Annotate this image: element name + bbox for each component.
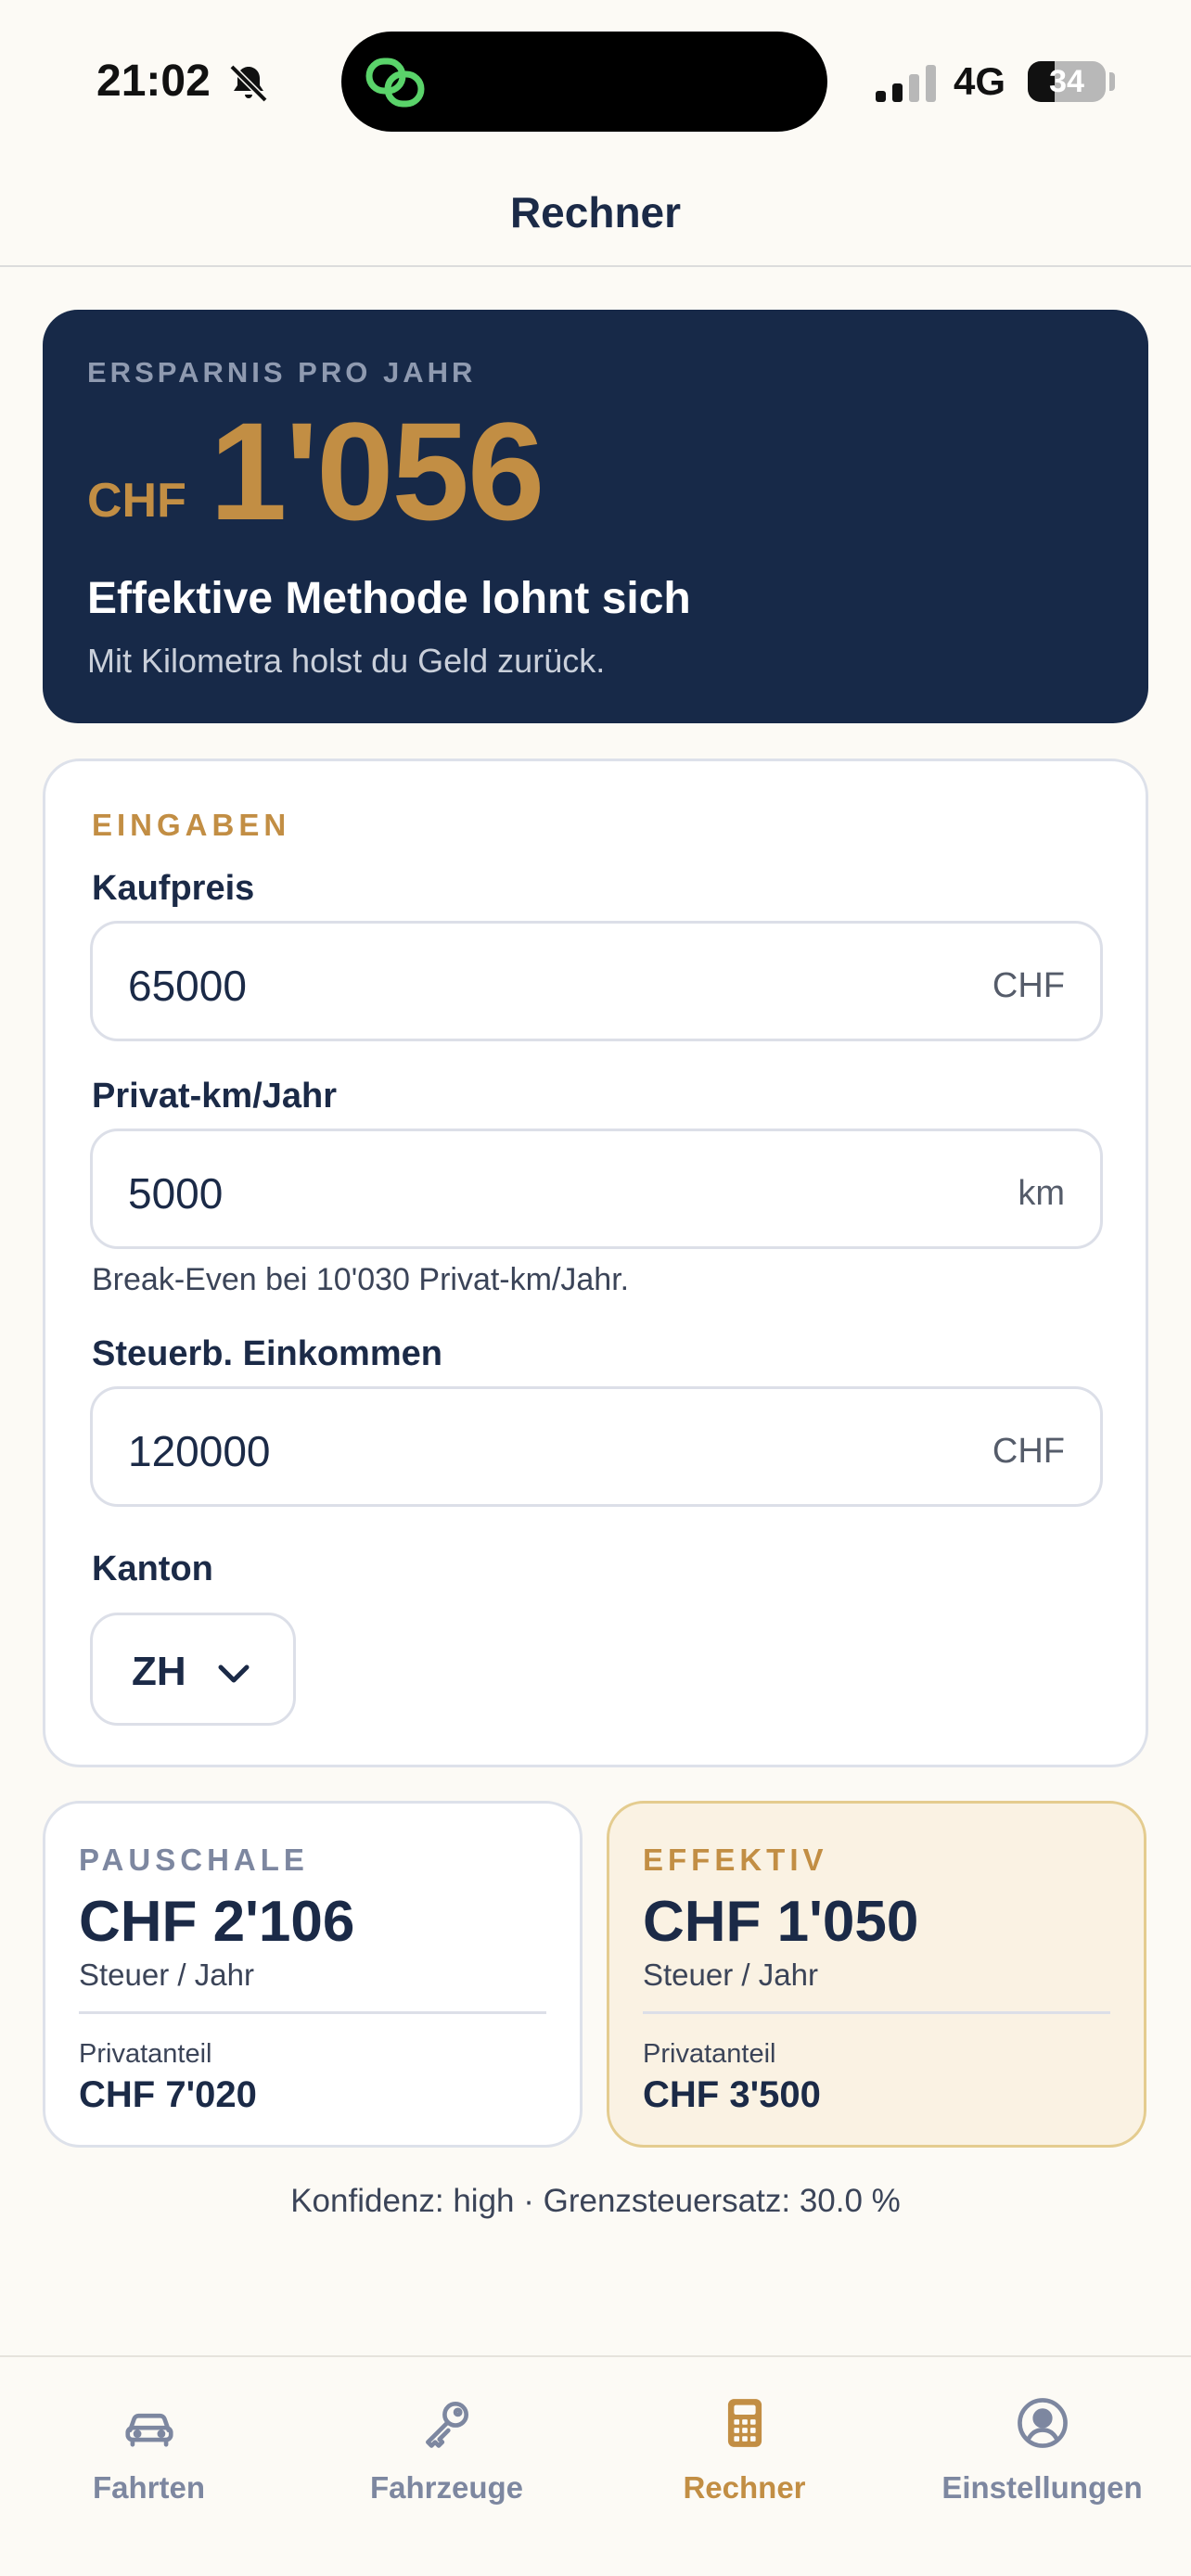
link-rings-icon [365,57,425,108]
tab-bar: Fahrten Fahrzeuge Rechner Einstellungen [0,2355,1191,2576]
effektiv-privat-label: Privatanteil [643,2039,776,2069]
battery-tip [1109,72,1115,91]
effektiv-card: EFFEKTIV CHF 1'050 Steuer / Jahr Privata… [607,1801,1146,2148]
effektiv-privat-value: CHF 3'500 [643,2074,821,2115]
einkommen-unit: CHF [992,1432,1065,1471]
privat-km-unit: km [1018,1174,1065,1213]
kaufpreis-unit: CHF [992,966,1065,1005]
kaufpreis-input[interactable]: 65000 CHF [90,921,1103,1041]
tab-fahrten[interactable]: Fahrten [0,2394,298,2506]
tab-fahrzeuge[interactable]: Fahrzeuge [298,2394,596,2506]
privat-km-value: 5000 [128,1169,224,1218]
user-circle-icon [1017,2398,1068,2448]
signal-icon [876,65,936,102]
tab-einstellungen[interactable]: Einstellungen [893,2394,1191,2506]
kaufpreis-value: 65000 [128,962,247,1010]
chevron-down-icon [218,1664,250,1683]
car-icon [124,2413,173,2447]
privat-km-input[interactable]: 5000 km [90,1129,1103,1249]
privat-km-label: Privat-km/Jahr [92,1077,338,1116]
battery-percent: 34 [1049,64,1084,99]
pauschale-privat-value: CHF 7'020 [79,2074,257,2115]
inputs-section-label: EINGABEN [92,808,291,842]
tab-fahrten-label: Fahrten [92,2470,205,2505]
savings-currency: CHF [87,474,186,528]
einkommen-input[interactable]: 120000 CHF [90,1386,1103,1507]
nav-divider [0,265,1191,267]
kanton-select[interactable]: ZH [90,1613,296,1726]
effektiv-divider [643,2011,1110,2014]
einkommen-label: Steuerb. Einkommen [92,1334,442,1373]
savings-label: ERSPARNIS PRO JAHR [87,356,477,389]
effektiv-tax: CHF 1'050 [643,1890,919,1954]
break-even-hint: Break-Even bei 10'030 Privat-km/Jahr. [92,1262,630,1297]
bell-muted-icon [229,64,268,103]
pauschale-divider [79,2011,546,2014]
confidence-footnote: Konfidenz: high · Grenzsteuersatz: 30.0 … [290,2183,901,2219]
tab-fahrzeuge-label: Fahrzeuge [369,2470,524,2505]
savings-card: ERSPARNIS PRO JAHR CHF 1'056 Effektive M… [43,310,1148,723]
pauschale-card: PAUSCHALE CHF 2'106 Steuer / Jahr Privat… [43,1801,583,2148]
pauschale-tax-caption: Steuer / Jahr [79,1958,254,1992]
effektiv-tax-caption: Steuer / Jahr [643,1958,818,1992]
kanton-value: ZH [132,1649,186,1694]
einkommen-value: 120000 [128,1427,271,1475]
effektiv-label: EFFEKTIV [643,1843,828,1877]
tab-rechner[interactable]: Rechner [596,2394,893,2506]
savings-headline: Effektive Methode lohnt sich [87,574,691,623]
pauschale-tax: CHF 2'106 [79,1890,355,1954]
savings-amount: 1'056 [210,393,544,549]
key-icon [425,2402,468,2448]
kanton-label: Kanton [92,1549,213,1588]
tab-rechner-label: Rechner [683,2470,806,2505]
status-time: 21:02 [96,57,211,106]
pauschale-label: PAUSCHALE [79,1843,309,1877]
savings-subline: Mit Kilometra holst du Geld zurück. [87,642,606,680]
calculator-icon [727,2399,762,2447]
battery-icon: 34 [1028,61,1106,102]
pauschale-privat-label: Privatanteil [79,2039,212,2069]
page-title: Rechner [509,188,682,236]
kaufpreis-label: Kaufpreis [92,869,255,908]
calculator-screen: 21:02 4G 34 Rechner ERSPARNIS PRO JAHR C… [0,0,1191,2576]
network-type: 4G [954,59,1006,103]
tab-einstellungen-label: Einstellungen [941,2470,1143,2505]
inputs-card: EINGABEN Kaufpreis 65000 CHF Privat-km/J… [43,759,1148,1767]
